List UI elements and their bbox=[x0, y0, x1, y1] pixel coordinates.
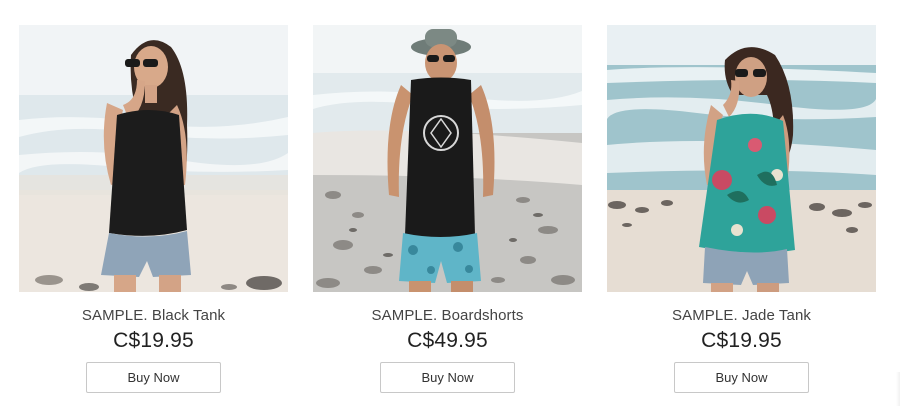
man-boardshorts-beach-photo bbox=[313, 25, 582, 292]
buy-now-button[interactable]: Buy Now bbox=[380, 362, 515, 393]
product-image-boardshorts[interactable] bbox=[313, 25, 582, 292]
product-card-black-tank: SAMPLE. Black Tank C$19.95 Buy Now bbox=[19, 25, 288, 395]
product-image-jade-tank[interactable] bbox=[607, 25, 876, 292]
buy-now-button[interactable]: Buy Now bbox=[674, 362, 809, 393]
product-title[interactable]: SAMPLE. Black Tank bbox=[19, 307, 288, 324]
woman-jade-tank-beach-photo bbox=[607, 25, 876, 292]
product-title[interactable]: SAMPLE. Boardshorts bbox=[313, 307, 582, 324]
product-card-boardshorts: SAMPLE. Boardshorts C$49.95 Buy Now bbox=[313, 25, 582, 395]
product-card-jade-tank: SAMPLE. Jade Tank C$19.95 Buy Now bbox=[607, 25, 876, 395]
buy-now-button[interactable]: Buy Now bbox=[86, 362, 221, 393]
product-price: C$49.95 bbox=[407, 329, 488, 352]
product-title[interactable]: SAMPLE. Jade Tank bbox=[607, 307, 876, 324]
woman-black-tank-beach-photo bbox=[19, 25, 288, 292]
product-grid: SAMPLE. Black Tank C$19.95 Buy Now SAMPL… bbox=[0, 0, 900, 406]
product-image-black-tank[interactable] bbox=[19, 25, 288, 292]
product-price: C$19.95 bbox=[113, 329, 194, 352]
page-edge-shadow bbox=[896, 372, 900, 406]
product-price: C$19.95 bbox=[701, 329, 782, 352]
